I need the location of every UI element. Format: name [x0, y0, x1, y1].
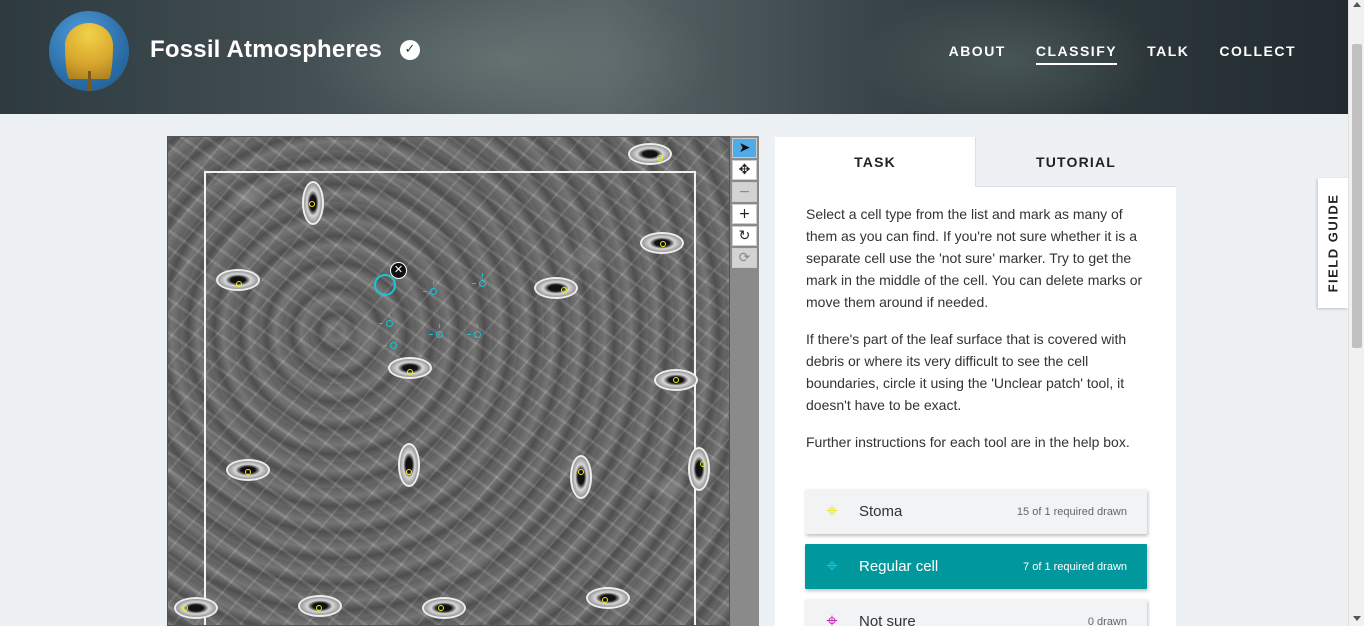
check-circle-icon: ✓ [400, 40, 420, 60]
field-guide-label: FIELD GUIDE [1325, 193, 1341, 293]
stoma-mark[interactable] [602, 597, 608, 603]
stoma-tool-button[interactable]: ⌖ Stoma 15 of 1 required drawn [805, 489, 1147, 534]
stoma-mark[interactable] [561, 287, 567, 293]
regular-cell-tool-button[interactable]: ⌖ Regular cell 7 of 1 required drawn [805, 544, 1147, 589]
panel-tabs: TASK TUTORIAL [775, 137, 1176, 187]
scroll-up-icon[interactable] [1353, 2, 1361, 7]
pointer-icon[interactable]: ➤ [732, 138, 757, 158]
page-scrollbar[interactable] [1348, 0, 1364, 626]
stoma [398, 443, 420, 487]
nav-classify[interactable]: CLASSIFY [1035, 43, 1118, 65]
stoma-mark[interactable] [309, 201, 315, 207]
stoma-mark[interactable] [182, 605, 188, 611]
stoma [586, 587, 630, 609]
regular-cell-mark[interactable] [429, 324, 443, 338]
regular-cell-mark[interactable] [467, 324, 481, 338]
regular-cell-mark[interactable] [379, 313, 393, 327]
leaf-stem [88, 71, 91, 91]
pan-icon[interactable]: ✥ [732, 160, 757, 180]
stoma-mark[interactable] [406, 469, 412, 475]
instruction-paragraph: Select a cell type from the list and mar… [806, 206, 1143, 310]
stoma [534, 277, 578, 299]
stoma [388, 357, 432, 379]
scroll-thumb[interactable] [1352, 44, 1362, 348]
field-guide-tab[interactable]: FIELD GUIDE [1318, 178, 1348, 308]
project-title[interactable]: Fossil Atmospheres [150, 36, 382, 64]
stoma-mark[interactable] [673, 377, 679, 383]
rotate-icon[interactable]: ↻ [732, 226, 757, 246]
task-panel: TASK TUTORIAL Select a cell type from th… [775, 137, 1176, 626]
regular-cell-mark[interactable] [472, 273, 486, 287]
crop-region [204, 171, 696, 625]
stoma-mark[interactable] [578, 469, 584, 475]
reset-icon[interactable]: ⟳ [732, 248, 757, 268]
nav-collect[interactable]: COLLECT [1219, 43, 1296, 65]
stoma [688, 447, 710, 491]
tool-count: 0 drawn [1087, 615, 1127, 626]
stoma-mark[interactable] [660, 241, 666, 247]
nav-about[interactable]: ABOUT [949, 43, 1006, 65]
stoma-mark[interactable] [245, 469, 251, 475]
crosshair-icon: ⌖ [826, 555, 838, 577]
tab-task[interactable]: TASK [775, 137, 975, 187]
stoma-mark[interactable] [438, 605, 444, 611]
stoma-mark[interactable] [657, 155, 663, 161]
tool-label: Not sure [859, 613, 916, 626]
delete-mark-icon[interactable]: ✕ [390, 262, 407, 279]
zoom-in-icon[interactable]: + [732, 204, 757, 224]
stoma [628, 143, 672, 165]
instruction-paragraph: Further instructions for each tool are i… [806, 434, 1130, 450]
stoma [570, 455, 592, 499]
stoma-mark[interactable] [700, 461, 706, 467]
crosshair-icon: ⌖ [826, 610, 838, 626]
crosshair-icon: ⌖ [826, 500, 838, 522]
tool-label: Stoma [859, 503, 903, 520]
site-header: Fossil Atmospheres ✓ ABOUT CLASSIFY TALK… [0, 0, 1348, 114]
regular-cell-mark[interactable] [383, 335, 397, 349]
subject-image-viewer[interactable]: ✕ [167, 136, 730, 626]
tool-label: Regular cell [859, 558, 939, 575]
scroll-down-icon[interactable] [1353, 616, 1361, 621]
stoma [174, 597, 218, 619]
instruction-paragraph: If there's part of the leaf surface that… [806, 331, 1127, 413]
tool-count: 15 of 1 required drawn [1016, 505, 1127, 518]
image-toolbar: ➤ ✥ − + ↻ ⟳ [730, 136, 759, 626]
tool-count: 7 of 1 required drawn [1023, 560, 1127, 573]
stoma-mark[interactable] [236, 281, 242, 287]
tab-tutorial[interactable]: TUTORIAL [975, 137, 1176, 187]
stoma-mark[interactable] [316, 605, 322, 611]
stoma [422, 597, 466, 619]
nav-talk[interactable]: TALK [1147, 43, 1189, 65]
regular-cell-mark[interactable] [423, 281, 437, 295]
task-instructions: Select a cell type from the list and mar… [775, 187, 1176, 453]
not-sure-tool-button[interactable]: ⌖ Not sure 0 drawn [805, 599, 1147, 626]
project-logo[interactable] [49, 11, 129, 91]
stoma [216, 269, 260, 291]
main-nav: ABOUT CLASSIFY TALK COLLECT [949, 43, 1296, 65]
zoom-out-icon[interactable]: − [732, 182, 757, 202]
stoma-mark[interactable] [407, 369, 413, 375]
